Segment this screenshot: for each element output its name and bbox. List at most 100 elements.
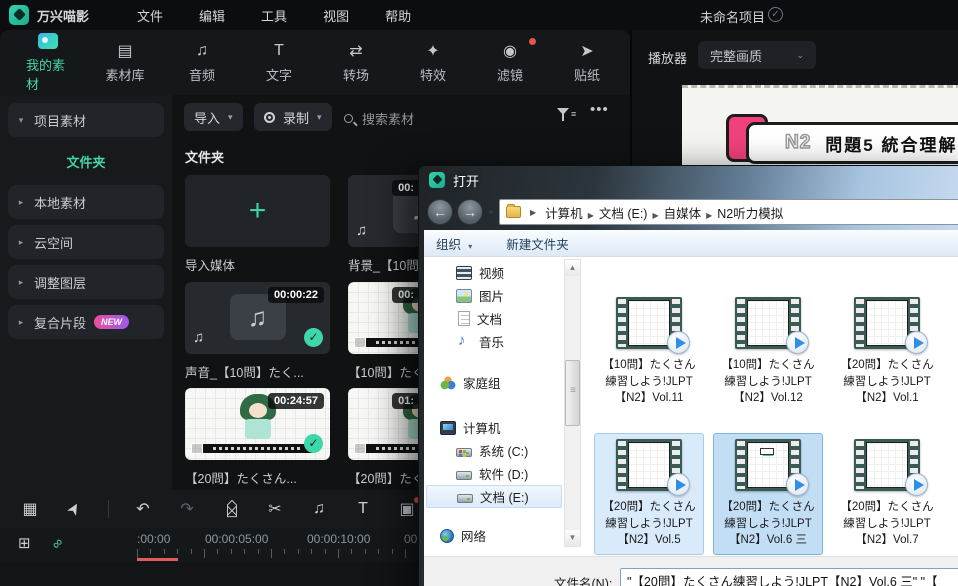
sidebar-item-调整图层[interactable]: ▸调整图层 — [8, 265, 164, 299]
media-tile-import[interactable]: + — [185, 175, 330, 247]
media-tile-audio[interactable]: ♫♫00:00:22✓ — [185, 282, 330, 354]
sidebar-item-项目素材[interactable]: ▾项目素材 — [8, 103, 164, 137]
sidebar-item-复合片段[interactable]: ▸复合片段NEW — [8, 305, 164, 339]
character-face — [249, 403, 267, 418]
detach-audio-icon[interactable]: ♫ — [309, 500, 329, 518]
new-folder-button[interactable]: 新建文件夹 — [506, 234, 569, 253]
tree-item-视频[interactable]: 视频 — [426, 261, 562, 284]
breadcrumb-arrow-icon: ▶ — [652, 211, 658, 220]
organize-button[interactable]: 组织 ▾ — [436, 234, 472, 253]
play-overlay-icon — [786, 331, 809, 354]
media-tile-video[interactable]: 00:24:57✓ — [185, 388, 330, 460]
import-button[interactable]: 导入▾ — [184, 103, 243, 131]
layout-grid-icon[interactable]: ▦ — [20, 499, 40, 519]
auto-ripple-link-icon[interactable]: ∞ — [48, 534, 66, 552]
file-item[interactable]: 【20問】たくさん練習しよう!JLPT【N2】Vol.1 — [832, 291, 942, 413]
file-item[interactable]: 【10問】たくさん練習しよう!JLPT【N2】Vol.12 — [713, 291, 823, 413]
file-item[interactable]: 【10問】たくさん練習しよう!JLPT【N2】Vol.11 — [594, 291, 704, 413]
system-drive-icon — [456, 448, 472, 457]
breadcrumb-segment[interactable]: 文档 (E:) — [599, 207, 648, 221]
text-tool-icon[interactable]: T — [353, 500, 373, 518]
tab-滤镜[interactable]: ◉滤镜 — [488, 42, 532, 84]
sidebar-item-云空间[interactable]: ▸云空间 — [8, 225, 164, 259]
file-name: 【20問】たくさん練習しよう!JLPT【N2】Vol.5 — [597, 499, 701, 549]
tree-item-label: 计算机 — [463, 418, 501, 437]
more-options-icon[interactable]: ••• — [590, 101, 609, 118]
film-sprockets — [737, 441, 745, 489]
record-button[interactable]: 录制▾ — [254, 103, 332, 131]
video-file-icon — [735, 297, 801, 349]
breadcrumb-segment[interactable]: 计算机 — [545, 207, 583, 221]
tab-文字[interactable]: T文字 — [257, 42, 301, 84]
menu-item[interactable]: 工具 — [261, 6, 287, 25]
tab-我的素材[interactable]: 我的素材 — [26, 32, 70, 93]
delete-icon[interactable]: ⌫ — [223, 499, 239, 519]
tree-item-音乐[interactable]: 音乐 — [426, 330, 562, 353]
sidebar-item-label: 调整图层 — [34, 273, 86, 292]
caret-right-icon: ▸ — [8, 317, 34, 328]
menu-item[interactable]: 文件 — [137, 6, 163, 25]
tab-贴纸[interactable]: ➤贴纸 — [565, 42, 609, 84]
menu-item[interactable]: 帮助 — [385, 6, 411, 25]
ruler-tick — [392, 549, 393, 554]
quality-dropdown[interactable]: 完整画质⌄ — [698, 41, 816, 69]
tab-转场[interactable]: ⇄转场 — [334, 42, 378, 84]
video-file-icon — [854, 439, 920, 491]
forward-button[interactable]: → — [457, 199, 483, 225]
tree-item-文档[interactable]: 文档 — [426, 307, 562, 330]
file-item[interactable]: 【20問】たくさん練習しよう!JLPT【N2】Vol.7 — [832, 433, 942, 555]
navigation-tree: 视频图片文档音乐家庭组计算机系统 (C:)软件 (D:)文档 (E:) 网络 — [426, 261, 562, 547]
menu-item[interactable]: 视图 — [323, 6, 349, 25]
add-to-track-icon[interactable]: ⊞ — [18, 534, 31, 552]
tree-item-家庭组[interactable]: 家庭组 — [426, 371, 562, 394]
split-scissors-icon[interactable]: ✂ — [265, 499, 285, 519]
tree-item-系统 (C:)[interactable]: 系统 (C:) — [426, 439, 562, 462]
filename-input[interactable] — [620, 568, 958, 586]
breadcrumb-segment[interactable]: 自媒体 — [664, 207, 702, 221]
breadcrumb-segment[interactable]: N2听力模拟 — [717, 207, 783, 221]
search-input[interactable]: 搜索素材 — [344, 109, 414, 128]
ruler-tick — [164, 549, 165, 554]
duration-badge: 00: — [392, 180, 420, 196]
dialog-title-bar[interactable]: 打开 — [419, 166, 958, 194]
menu-item[interactable]: 编辑 — [199, 6, 225, 25]
file-item-partial[interactable] — [951, 433, 958, 497]
tree-scrollbar[interactable]: ▲ ▼ — [564, 259, 581, 547]
ruler-tick-label: 00:00:10:00 — [307, 532, 370, 546]
tree-item-label: 视频 — [479, 263, 504, 282]
address-bar[interactable]: ▶ 计算机▶文档 (E:)▶自媒体▶N2听力模拟 — [499, 199, 958, 225]
tree-item-图片[interactable]: 图片 — [426, 284, 562, 307]
film-frame — [628, 300, 670, 346]
scrollbar-thumb[interactable] — [565, 360, 580, 426]
tab-label: 音频 — [189, 65, 215, 84]
select-cursor-icon[interactable]: ➤ — [60, 495, 87, 522]
crop-icon[interactable]: ▣ — [397, 499, 417, 519]
tree-item-文档 (E:)[interactable]: 文档 (E:) — [426, 485, 562, 508]
tree-item-软件 (D:)[interactable]: 软件 (D:) — [426, 462, 562, 485]
tree-item-网络[interactable]: 网络 — [426, 524, 562, 547]
file-item[interactable]: 【20問】たくさん練習しよう!JLPT【N2】Vol.6 三 — [713, 433, 823, 555]
file-item[interactable]: 【20問】たくさん練習しよう!JLPT【N2】Vol.5 — [594, 433, 704, 555]
recent-pages-icon[interactable]: ▾ — [489, 208, 493, 217]
tab-音频[interactable]: ♫ 音频 — [180, 42, 224, 84]
audio-icon: ♫ — [191, 42, 213, 60]
open-file-dialog: 打开 ← → ▾ ▶ 计算机▶文档 (E:)▶自媒体▶N2听力模拟 组织 ▾ 新… — [418, 165, 958, 586]
duration-badge: 00: — [392, 287, 420, 303]
back-button[interactable]: ← — [427, 199, 453, 225]
ruler-tick — [271, 549, 272, 558]
sidebar-item-folder[interactable]: 文件夹 — [0, 152, 172, 171]
sidebar-item-本地素材[interactable]: ▸本地素材 — [8, 185, 164, 219]
redo-icon[interactable]: ↷ — [177, 499, 197, 519]
tab-特效[interactable]: ✦特效 — [411, 42, 455, 84]
duration-badge: 01: — [392, 393, 420, 409]
video-file-icon — [854, 297, 920, 349]
tree-item-计算机[interactable]: 计算机 — [426, 416, 562, 439]
tab-素材库[interactable]: ▤素材库 — [103, 42, 147, 84]
file-item-partial[interactable] — [951, 291, 958, 355]
chevron-down-icon: ▾ — [317, 112, 322, 123]
undo-icon[interactable]: ↶ — [133, 499, 153, 519]
player-label: 播放器 — [648, 48, 687, 67]
stickers-icon: ➤ — [576, 42, 598, 60]
scroll-down-icon[interactable]: ▼ — [565, 530, 580, 546]
scroll-up-icon[interactable]: ▲ — [565, 260, 580, 276]
